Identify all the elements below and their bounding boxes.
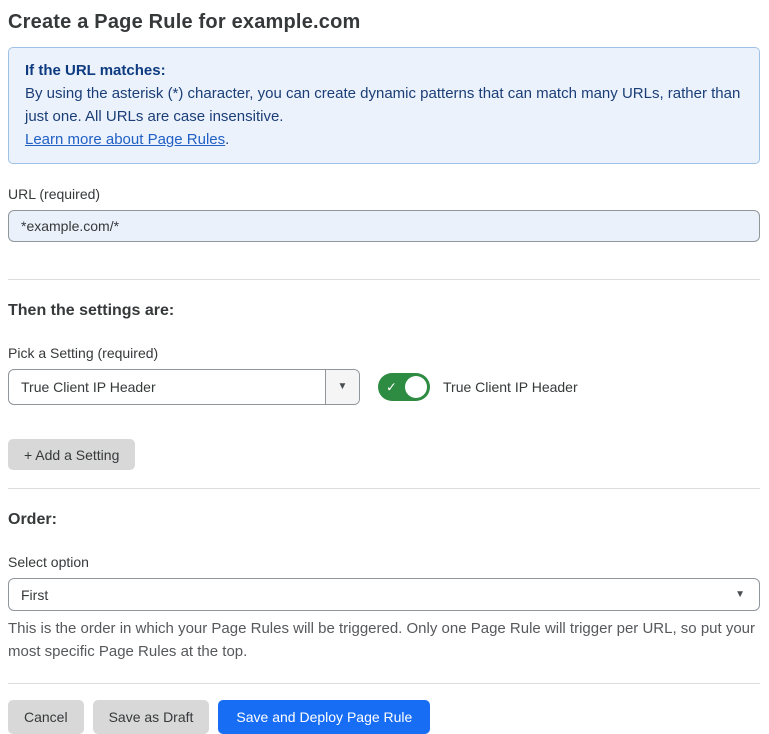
check-icon: ✓ bbox=[386, 381, 397, 394]
toggle-wrap: ✓ True Client IP Header bbox=[378, 373, 578, 401]
divider bbox=[8, 279, 760, 280]
save-deploy-button[interactable]: Save and Deploy Page Rule bbox=[218, 700, 430, 734]
page-title: Create a Page Rule for example.com bbox=[8, 10, 760, 34]
divider bbox=[8, 488, 760, 489]
learn-more-link[interactable]: Learn more about Page Rules bbox=[25, 131, 225, 148]
chevron-down-icon: ▼ bbox=[735, 590, 745, 600]
settings-section-heading: Then the settings are: bbox=[8, 301, 760, 321]
footer-actions: Cancel Save as Draft Save and Deploy Pag… bbox=[8, 700, 760, 734]
save-draft-button[interactable]: Save as Draft bbox=[93, 700, 210, 734]
order-helper-text: This is the order in which your Page Rul… bbox=[8, 617, 760, 663]
link-period: . bbox=[225, 131, 229, 148]
order-select[interactable]: First ▼ bbox=[8, 578, 760, 611]
order-select-wrap: First ▼ bbox=[8, 578, 760, 611]
info-box-body: By using the asterisk (*) character, you… bbox=[25, 82, 743, 128]
toggle-knob bbox=[405, 376, 427, 398]
order-section-heading: Order: bbox=[8, 510, 760, 530]
setting-dropdown-arrow-button[interactable]: ▼ bbox=[325, 370, 359, 404]
add-setting-button[interactable]: + Add a Setting bbox=[8, 439, 135, 470]
setting-dropdown-value: True Client IP Header bbox=[9, 370, 325, 404]
toggle-label: True Client IP Header bbox=[443, 379, 578, 395]
info-box-link-line: Learn more about Page Rules. bbox=[25, 128, 743, 151]
info-box-heading: If the URL matches: bbox=[25, 59, 743, 82]
pick-setting-label: Pick a Setting (required) bbox=[8, 345, 760, 361]
setting-row: True Client IP Header ▼ ✓ True Client IP… bbox=[8, 369, 760, 405]
divider bbox=[8, 683, 760, 684]
order-select-value: First bbox=[21, 587, 48, 603]
cancel-button[interactable]: Cancel bbox=[8, 700, 84, 734]
order-select-label: Select option bbox=[8, 554, 760, 570]
true-client-ip-toggle[interactable]: ✓ bbox=[378, 373, 430, 401]
url-input[interactable] bbox=[8, 210, 760, 242]
chevron-down-icon: ▼ bbox=[338, 382, 348, 392]
setting-dropdown[interactable]: True Client IP Header ▼ bbox=[8, 369, 360, 405]
url-field-label: URL (required) bbox=[8, 186, 760, 202]
url-match-info-box: If the URL matches: By using the asteris… bbox=[8, 47, 760, 164]
